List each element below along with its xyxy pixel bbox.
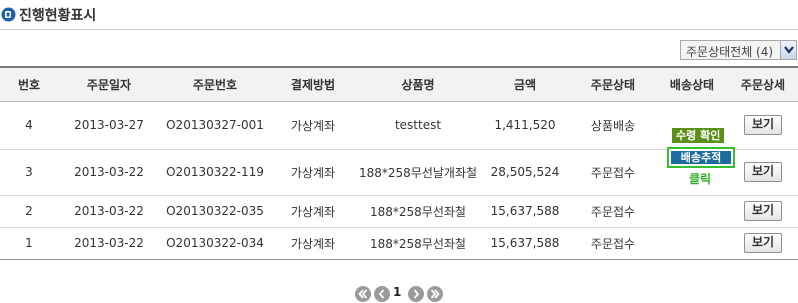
chevron-right-icon [413, 289, 420, 299]
table-row: 4 2013-03-27 O20130327-001 가상계좌 testtest… [0, 101, 798, 186]
cell-order-detail: 보기 [728, 101, 798, 150]
column-header-order-status: 주문상태 [570, 66, 656, 102]
cell-payment-method: 가상계좌 [270, 227, 356, 260]
cell-amount: 1,411,520 [480, 101, 570, 150]
first-page-button[interactable] [355, 286, 371, 302]
track-shipment-button[interactable]: 배송추적 [671, 151, 731, 164]
view-detail-button[interactable]: 보기 [744, 201, 782, 221]
column-header-order-date: 주문일자 [58, 66, 160, 102]
table-row: 2 2013-03-22 O20130322-035 가상계좌 188*258무… [0, 195, 798, 228]
cell-amount: 15,637,588 [480, 195, 570, 228]
cell-order-status: 상품배송 [570, 101, 656, 150]
cell-amount: 28,505,524 [480, 149, 570, 196]
previous-page-button[interactable] [374, 286, 390, 302]
column-header-shipping-status: 배송상태 [656, 66, 728, 102]
cell-order-date: 2013-03-22 [58, 227, 160, 260]
cell-order-detail: 보기 [728, 227, 798, 260]
column-header-amount: 금액 [480, 66, 570, 102]
order-status-filter-select[interactable]: 주문상태전체 (4) [680, 40, 797, 60]
cell-order-number: O20130322-034 [160, 227, 270, 260]
cell-order-date: 2013-03-22 [58, 195, 160, 228]
cell-no: 3 [0, 149, 58, 196]
cell-product-name: 188*258무선날개좌철 [356, 149, 480, 196]
cell-shipping-status [656, 195, 728, 228]
section-header: 진행현황표시 [0, 0, 798, 30]
double-chevron-left-icon [358, 289, 368, 299]
section-bullet-icon [1, 7, 16, 22]
chevron-down-icon [784, 46, 794, 54]
cell-order-number: O20130327-001 [160, 101, 270, 150]
cell-order-status: 주문접수 [570, 227, 656, 260]
received-confirm-badge: 수령 확인 [672, 128, 725, 143]
cell-payment-method: 가상계좌 [270, 195, 356, 228]
column-header-product-name: 상품명 [356, 66, 480, 102]
cell-shipping-status: 수령 확인 배송추적 클릭 [656, 101, 735, 186]
cell-no: 2 [0, 195, 58, 228]
click-hint-label: 클릭 [689, 172, 712, 186]
tracking-highlight-box: 배송추적 [667, 147, 735, 168]
cell-no: 4 [0, 101, 58, 150]
view-detail-button[interactable]: 보기 [744, 115, 782, 135]
cell-product-name: 188*258무선좌철 [356, 227, 480, 260]
last-page-button[interactable] [427, 286, 443, 302]
column-header-no: 번호 [0, 66, 58, 102]
cell-order-status: 주문접수 [570, 195, 656, 228]
cell-product-name: testtest [356, 101, 480, 150]
cell-order-date: 2013-03-27 [58, 101, 160, 150]
view-detail-button[interactable]: 보기 [744, 162, 782, 182]
cell-order-detail: 보기 [728, 195, 798, 228]
cell-order-detail: 보기 [728, 149, 798, 196]
order-table: 번호 주문일자 주문번호 결제방법 상품명 금액 주문상태 배송상태 주문상세 … [0, 66, 798, 260]
next-page-button[interactable] [408, 286, 424, 302]
cell-shipping-status [656, 227, 728, 260]
chevron-left-icon [378, 289, 385, 299]
filter-selected-value: 주문상태전체 (4) [686, 45, 774, 59]
current-page-number[interactable]: 1 [393, 285, 401, 299]
table-row: 1 2013-03-22 O20130322-034 가상계좌 188*258무… [0, 227, 798, 260]
cell-no: 1 [0, 227, 58, 260]
column-header-payment-method: 결제방법 [270, 66, 356, 102]
cell-order-date: 2013-03-22 [58, 149, 160, 196]
column-header-order-detail: 주문상세 [728, 66, 798, 102]
cell-payment-method: 가상계좌 [270, 101, 356, 150]
column-header-order-number: 주문번호 [160, 66, 270, 102]
cell-order-number: O20130322-119 [160, 149, 270, 196]
cell-product-name: 188*258무선좌철 [356, 195, 480, 228]
double-chevron-right-icon [430, 289, 440, 299]
page-title: 진행현황표시 [19, 8, 97, 24]
cell-amount: 15,637,588 [480, 227, 570, 260]
table-header-row: 번호 주문일자 주문번호 결제방법 상품명 금액 주문상태 배송상태 주문상세 [0, 66, 798, 102]
cell-order-status: 주문접수 [570, 149, 656, 196]
view-detail-button[interactable]: 보기 [744, 233, 782, 253]
cell-order-number: O20130322-035 [160, 195, 270, 228]
cell-payment-method: 가상계좌 [270, 149, 356, 196]
dropdown-toggle-button[interactable] [780, 41, 796, 59]
